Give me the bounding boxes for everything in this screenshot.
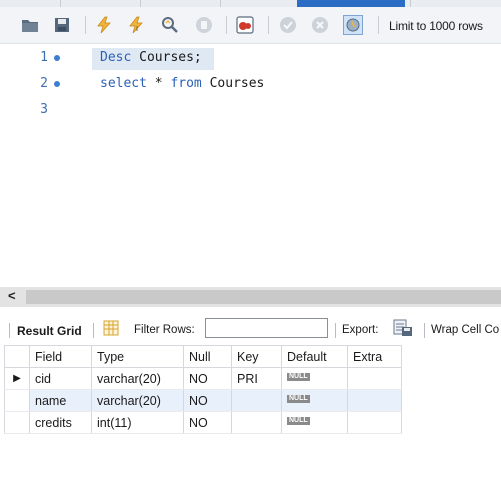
current-row-indicator-icon: ▶	[4, 367, 30, 390]
row-indicator	[4, 389, 30, 412]
cell-type[interactable]: varchar(20)	[91, 389, 184, 412]
cell-field[interactable]: credits	[29, 411, 92, 434]
sql-keyword: select	[100, 76, 147, 91]
table-row[interactable]: ▶ cid varchar(20) NO PRI NULL	[4, 367, 402, 390]
toggle-error-icon[interactable]	[235, 15, 255, 35]
cell-key[interactable]: PRI	[231, 367, 282, 390]
column-header-field[interactable]: Field	[29, 345, 92, 368]
export-label: Export:	[342, 324, 379, 336]
line-number: 1	[40, 50, 48, 65]
scroll-left-icon[interactable]: <	[8, 288, 16, 303]
execute-icon[interactable]	[94, 15, 114, 35]
code-line[interactable]: Desc Courses;	[100, 50, 202, 65]
tab-active-query[interactable]	[297, 0, 405, 7]
statement-marker	[54, 81, 60, 87]
table-row[interactable]: credits int(11) NO NULL	[4, 411, 402, 434]
toolbar-separator	[424, 323, 425, 338]
limit-rows-select[interactable]: Limit to 1000 rows	[389, 19, 483, 33]
explain-icon[interactable]	[160, 15, 180, 35]
toolbar-separator	[226, 16, 227, 34]
cell-type[interactable]: int(11)	[91, 411, 184, 434]
query-tab-strip	[0, 0, 501, 7]
cell-null[interactable]: NO	[183, 389, 232, 412]
table-row[interactable]: name varchar(20) NO NULL	[4, 389, 402, 412]
sql-editor[interactable]: 1 Desc Courses; 2 select * from Courses …	[0, 44, 501, 286]
execute-current-icon[interactable]: I	[126, 15, 146, 35]
cell-extra[interactable]	[347, 367, 402, 390]
scrollbar-thumb[interactable]	[26, 290, 501, 304]
null-badge: NULL	[287, 394, 310, 403]
tab-separator	[220, 0, 221, 7]
commit-icon[interactable]	[278, 15, 298, 35]
code-line[interactable]: select * from Courses	[100, 76, 264, 91]
column-header-extra[interactable]: Extra	[347, 345, 402, 368]
result-toolbar: Result Grid Filter Rows: Export: Wrap Ce…	[0, 315, 501, 343]
autocommit-icon[interactable]	[343, 15, 363, 35]
toolbar-separator	[9, 323, 10, 338]
cell-extra[interactable]	[347, 389, 402, 412]
column-header-key[interactable]: Key	[231, 345, 282, 368]
null-badge: NULL	[287, 416, 310, 425]
tab-separator	[410, 0, 411, 7]
cell-null[interactable]: NO	[183, 411, 232, 434]
toolbar-separator	[85, 16, 86, 34]
column-header-default[interactable]: Default	[281, 345, 348, 368]
tab-separator	[60, 0, 61, 7]
cell-type[interactable]: varchar(20)	[91, 367, 184, 390]
save-icon[interactable]	[52, 15, 72, 35]
cell-null[interactable]: NO	[183, 367, 232, 390]
filter-rows-label: Filter Rows:	[134, 324, 195, 336]
sql-text: *	[146, 76, 171, 91]
folder-icon[interactable]	[20, 15, 40, 35]
stop-icon[interactable]	[194, 15, 214, 35]
cell-field[interactable]: cid	[29, 367, 92, 390]
cell-default[interactable]: NULL	[281, 411, 348, 434]
cell-default[interactable]: NULL	[281, 367, 348, 390]
sql-editor-toolbar: I Limit to 1000 rows	[0, 7, 501, 44]
sql-text: Courses	[201, 76, 265, 91]
cell-extra[interactable]	[347, 411, 402, 434]
cell-key[interactable]	[231, 389, 282, 412]
toolbar-separator	[378, 16, 379, 34]
sql-text: Courses;	[131, 50, 202, 65]
toolbar-separator	[268, 16, 269, 34]
rollback-icon[interactable]	[310, 15, 330, 35]
cell-default[interactable]: NULL	[281, 389, 348, 412]
wrap-cell-content-label[interactable]: Wrap Cell Co	[431, 324, 499, 336]
editor-horizontal-scrollbar[interactable]: <	[0, 287, 501, 307]
row-indicator-header	[4, 345, 30, 368]
statement-marker	[54, 55, 60, 61]
line-number: 3	[40, 102, 48, 117]
svg-text:I: I	[136, 25, 138, 33]
tab-separator	[140, 0, 141, 7]
cell-field[interactable]: name	[29, 389, 92, 412]
toolbar-separator	[335, 323, 336, 338]
sql-keyword: Desc	[100, 50, 132, 65]
row-indicator	[4, 411, 30, 434]
result-grid-tab[interactable]: Result Grid	[17, 324, 82, 338]
cell-key[interactable]	[231, 411, 282, 434]
grid-view-icon[interactable]	[103, 320, 119, 339]
result-grid[interactable]: Field Type Null Key Default Extra ▶ cid …	[4, 345, 402, 434]
export-icon[interactable]	[393, 319, 413, 340]
column-header-null[interactable]: Null	[183, 345, 232, 368]
filter-rows-input[interactable]	[205, 318, 328, 338]
sql-keyword: from	[170, 76, 202, 91]
toolbar-separator	[93, 323, 94, 338]
column-header-type[interactable]: Type	[91, 345, 184, 368]
line-number: 2	[40, 76, 48, 91]
null-badge: NULL	[287, 372, 310, 381]
